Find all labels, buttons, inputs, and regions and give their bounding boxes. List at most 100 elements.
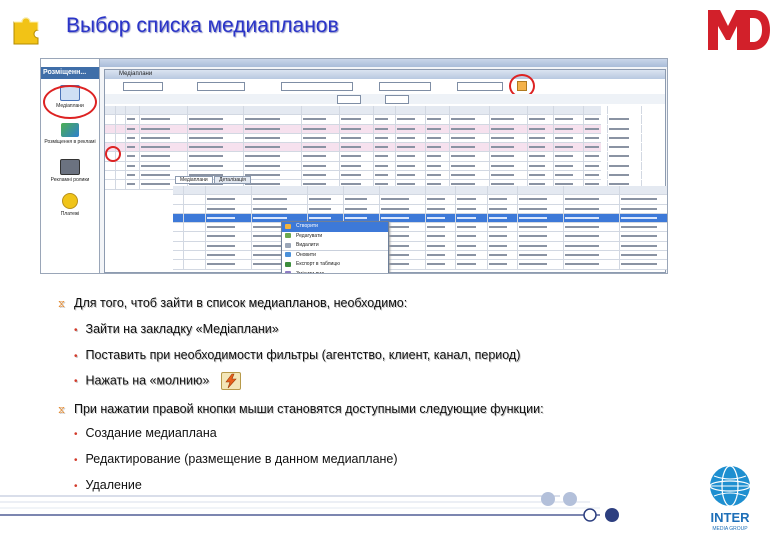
table-cell <box>489 143 528 152</box>
grid-header-cell[interactable] <box>583 106 608 115</box>
grid-header-cell[interactable] <box>243 106 302 115</box>
cell-text-placeholder <box>341 136 362 139</box>
table-cell <box>517 213 564 223</box>
table-row[interactable] <box>105 133 642 144</box>
menu-item-icon <box>285 242 291 248</box>
table-cell <box>373 124 396 133</box>
grid-header-cell[interactable] <box>379 186 426 195</box>
grid-header-cell[interactable] <box>489 106 528 115</box>
table-row[interactable] <box>105 161 642 172</box>
context-menu-item[interactable]: Оновити <box>282 251 388 261</box>
cell-text-placeholder <box>207 198 235 201</box>
cell-text-placeholder <box>141 155 170 158</box>
nav-item-clips[interactable]: Рекламні ролики <box>41 159 99 183</box>
filter-period-to[interactable] <box>457 82 503 91</box>
nav-item-placement[interactable]: Розміщення в рекламі <box>41 123 99 145</box>
table-row[interactable] <box>173 232 667 242</box>
cell-text-placeholder <box>489 254 507 257</box>
table-cell <box>563 204 620 213</box>
cell-text-placeholder <box>189 118 223 121</box>
cell-text-placeholder <box>489 198 507 201</box>
table-cell <box>527 115 554 124</box>
cell-text-placeholder <box>529 118 545 121</box>
grid-header-cell[interactable] <box>343 186 380 195</box>
context-menu-item[interactable]: Змінити вид <box>282 270 388 273</box>
table-row[interactable] <box>173 204 667 214</box>
grid-header-cell[interactable] <box>301 106 340 115</box>
filter-agency[interactable] <box>123 82 163 91</box>
grid-header-cell[interactable] <box>425 106 450 115</box>
grid-header-cell[interactable] <box>373 106 396 115</box>
grid-header-cell[interactable] <box>205 186 252 195</box>
cell-text-placeholder <box>491 155 514 158</box>
grid-header-cell[interactable] <box>619 186 667 194</box>
table-cell <box>187 152 244 161</box>
table-row[interactable] <box>105 152 642 162</box>
grid-header-cell[interactable] <box>125 106 140 115</box>
grid-header-cell[interactable] <box>455 186 488 195</box>
cell-text-placeholder <box>457 226 477 229</box>
context-menu-item[interactable]: Редагувати <box>282 232 388 242</box>
grid-header-cell[interactable] <box>251 186 308 195</box>
cell-text-placeholder <box>427 244 445 247</box>
grid-header-cell[interactable] <box>517 186 564 195</box>
cell-text-placeholder <box>141 146 170 149</box>
filter-channel[interactable] <box>281 82 353 91</box>
table-row[interactable] <box>105 143 642 153</box>
nav-item-payments[interactable]: Платежі <box>41 193 99 217</box>
table-row[interactable] <box>173 241 667 252</box>
cell-text-placeholder <box>127 118 136 121</box>
grid-header-cell[interactable] <box>183 186 206 195</box>
grid-header-cell[interactable] <box>425 186 456 195</box>
cell-text-placeholder <box>489 235 507 238</box>
table-cell <box>455 232 488 241</box>
filter-period-from[interactable] <box>379 82 431 91</box>
grid-header-cell[interactable] <box>339 106 374 115</box>
cell-text-placeholder <box>529 127 545 130</box>
tab-detail[interactable]: Деталізація <box>214 176 251 184</box>
cell-text-placeholder <box>207 244 235 247</box>
grid-header-cell[interactable] <box>395 106 426 115</box>
sub-bullet: • Редактирование (размещение в данном мед… <box>74 452 398 466</box>
table-cell <box>449 152 490 161</box>
grid-header-cell[interactable] <box>607 106 642 115</box>
slide-title: Выбор списка медиапланов <box>66 14 339 37</box>
context-menu-item[interactable]: Створити <box>282 222 388 232</box>
grid-header-cell[interactable] <box>527 106 554 115</box>
table-cell <box>183 241 206 251</box>
grid-header-cell[interactable] <box>449 106 490 115</box>
table-row[interactable] <box>105 124 642 134</box>
grid-header-cell[interactable] <box>563 186 620 195</box>
sub-bullet: • Нажать на «молнию» <box>74 372 241 390</box>
sub-bullet-text: Зайти на закладку «Медіаплани» <box>85 322 279 336</box>
table-cell <box>339 171 374 180</box>
table-row[interactable] <box>173 251 667 261</box>
table-row[interactable] <box>105 115 642 125</box>
table-row[interactable] <box>173 213 667 224</box>
cell-text-placeholder <box>345 216 367 219</box>
context-menu-item[interactable]: Експорт в таблицю <box>282 260 388 270</box>
cell-text-placeholder <box>491 164 514 167</box>
hourglass-icon: ⧖ <box>58 405 66 416</box>
table-cell <box>339 143 374 152</box>
context-menu-item[interactable]: Видалити <box>282 241 388 251</box>
toolbar-select[interactable] <box>337 95 361 104</box>
grid-header-cell[interactable] <box>139 106 188 115</box>
filter-client[interactable] <box>197 82 245 91</box>
tab-mediaplans[interactable]: Медіаплани <box>175 176 213 184</box>
table-cell <box>583 124 608 133</box>
cell-text-placeholder <box>341 118 362 121</box>
cell-text-placeholder <box>375 174 389 177</box>
grid-header-cell[interactable] <box>187 106 244 115</box>
grid-header-cell[interactable] <box>487 186 518 195</box>
cell-text-placeholder <box>245 127 280 130</box>
table-cell <box>125 161 140 171</box>
table-cell <box>607 152 642 161</box>
toolbar-select[interactable] <box>385 95 409 104</box>
table-row[interactable] <box>173 223 667 233</box>
grid-header-cell[interactable] <box>307 186 344 195</box>
table-row[interactable] <box>173 260 667 270</box>
grid-header-cell[interactable] <box>553 106 584 115</box>
table-row[interactable] <box>173 195 667 205</box>
cell-text-placeholder <box>341 146 362 149</box>
